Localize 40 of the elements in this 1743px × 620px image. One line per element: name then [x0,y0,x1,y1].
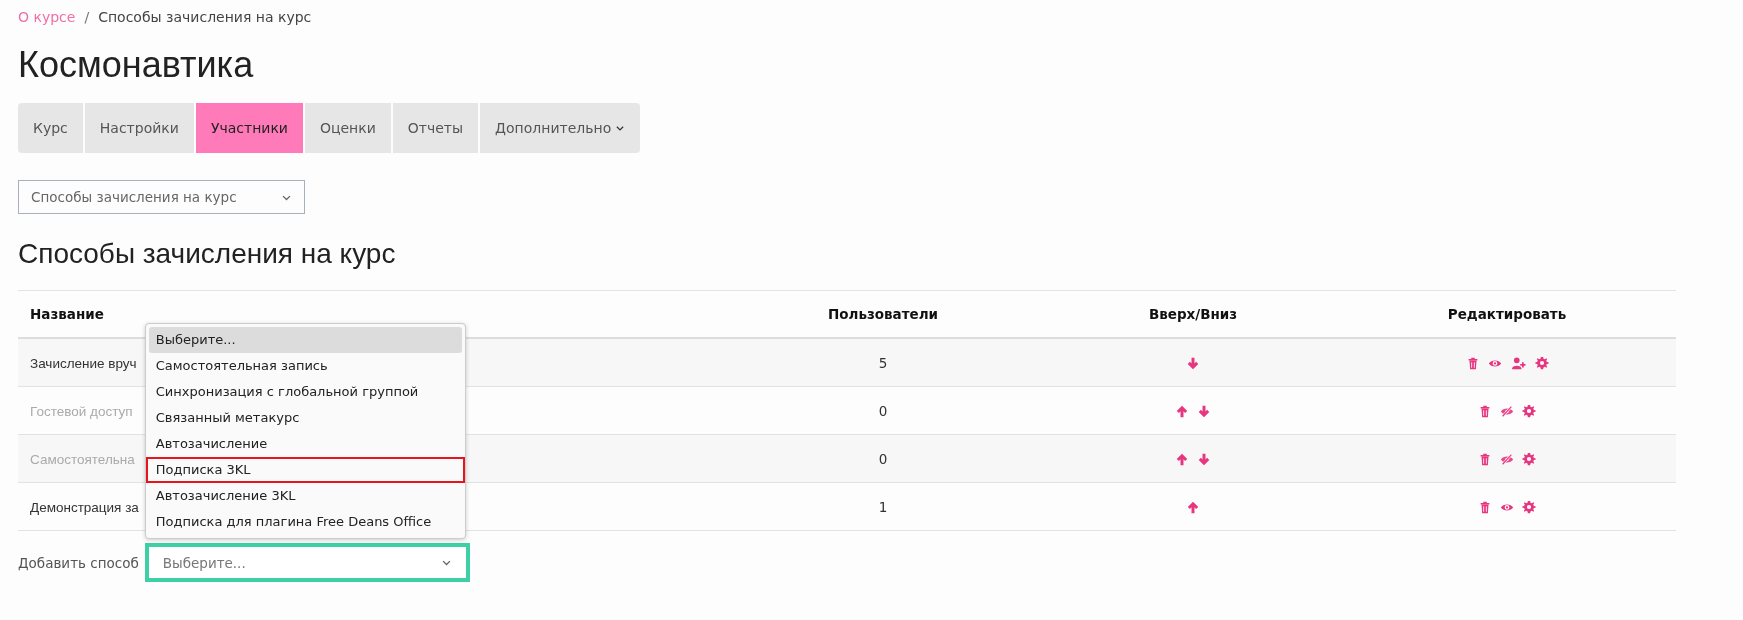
nav-tab[interactable]: Дополнительно [480,103,641,153]
dropdown-option[interactable]: Синхронизация с глобальной группой [145,379,465,405]
delete-icon[interactable] [1478,499,1492,514]
column-header: Название [29,306,105,322]
dropdown-option[interactable]: Автозачисление 3KL [145,483,465,509]
table-cell-text: 5 [877,354,889,371]
settings-icon[interactable] [1522,499,1536,514]
table-cell-text: 0 [877,402,889,419]
add-method-label: Добавить способ [18,554,139,571]
dropdown-option[interactable]: Выберите... [148,327,462,353]
table-cell-text: 0 [877,450,889,467]
nav-tab[interactable]: Курс [18,103,83,153]
page-select[interactable]: Способы зачисления на курс [18,180,305,214]
caret-icon [615,123,626,133]
nav-tab[interactable]: Участники [195,103,303,153]
table-cell-text: 1 [877,498,889,515]
dropdown-option[interactable]: Подписка 3KL [145,457,465,483]
column-header: Редактировать [1446,306,1568,322]
dropdown-option[interactable]: Связанный метакурс [145,405,465,431]
breadcrumb-separator: / [84,9,90,25]
nav-tab[interactable]: Настройки [84,103,194,153]
settings-icon[interactable] [1534,355,1549,370]
table-cell: Зачисление вруч [30,355,137,371]
add-user-icon[interactable] [1509,355,1527,370]
add-method-select[interactable]: Выберите... [144,543,470,582]
breadcrumb-current: Способы зачисления на курс [98,9,312,25]
up-arrow-icon[interactable] [1186,499,1200,514]
table-cell: Гостевой доступ [30,403,133,419]
dropdown-option[interactable]: Самостоятельная запись [145,353,465,379]
nav-tab[interactable]: Отчеты [392,103,479,153]
column-header: Пользователи [826,306,940,322]
dropdown-option[interactable]: Подписка для плагина Free Deans Office [145,509,465,535]
table-cell: Демонстрация за [30,499,139,515]
down-arrow-icon[interactable] [1186,355,1200,370]
table-cell: Самостоятельна [30,451,135,467]
nav-tab[interactable]: Оценки [304,103,391,153]
dropdown-option[interactable]: Автозачисление [145,431,465,457]
column-header: Вверх/Вниз [1147,306,1239,322]
page-title: Космонавтика [18,44,255,86]
section-title: Способы зачисления на курс [18,238,397,270]
